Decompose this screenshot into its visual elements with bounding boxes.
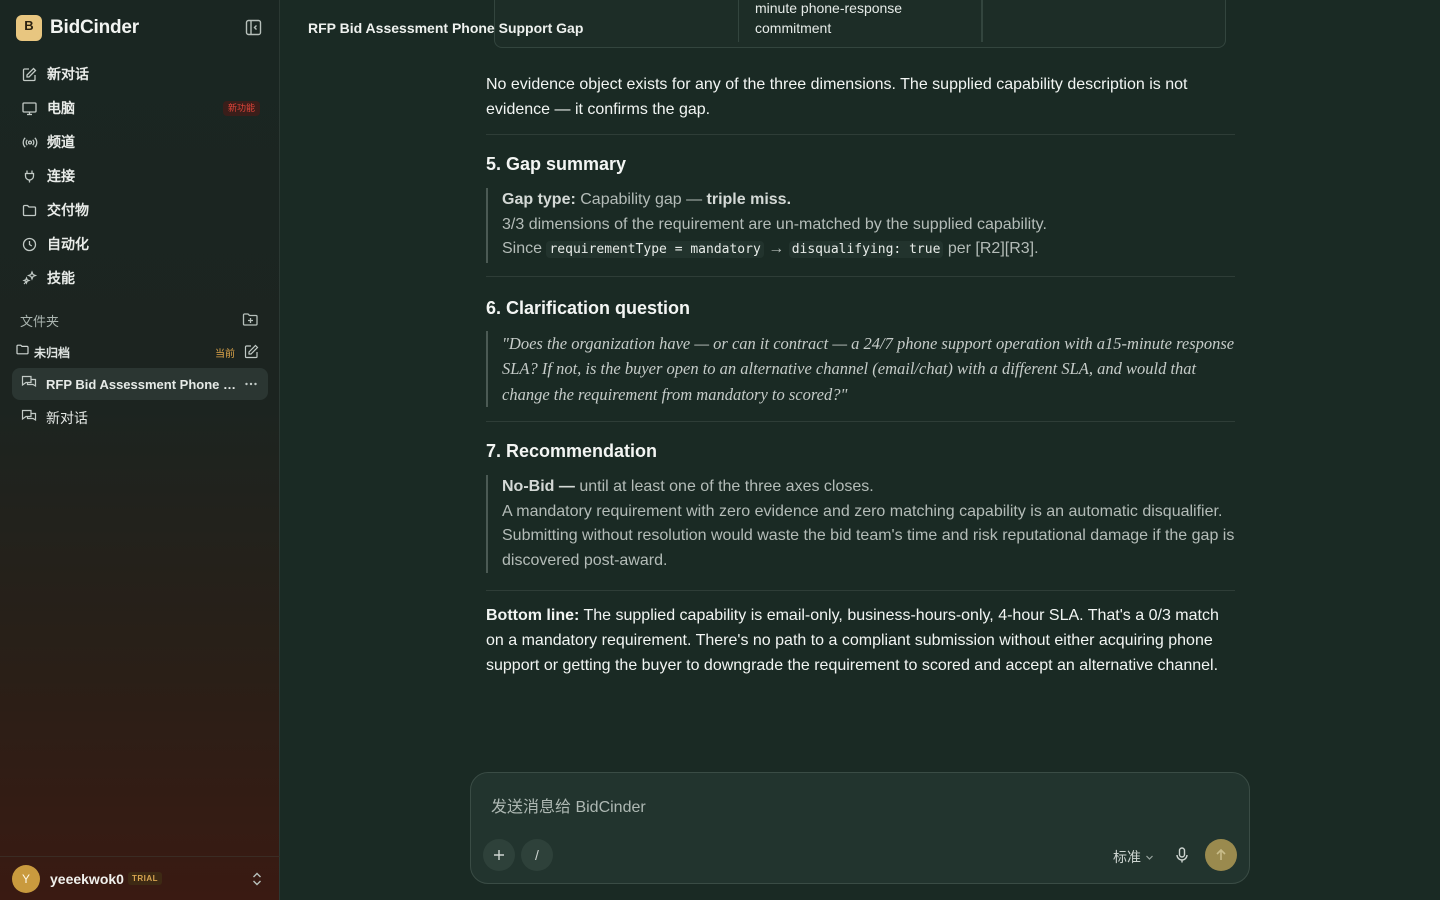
sidebar-item-label: 技能: [47, 270, 75, 286]
clarification-quote: "Does the organization have — or can it …: [486, 330, 1235, 407]
slash-command-button[interactable]: /: [521, 839, 553, 871]
chat-bubbles-icon: [21, 408, 37, 428]
gap-summary-quote: Gap type: Capability gap — triple miss. …: [486, 188, 1235, 263]
clock-icon: [21, 236, 38, 253]
message-input[interactable]: 发送消息给 BidCinder: [491, 793, 646, 817]
clarification-heading: 6. Clarification question: [486, 297, 691, 318]
plus-icon: [494, 850, 504, 860]
chat-item[interactable]: 新对话: [12, 402, 268, 434]
recommendation-heading: 7. Recommendation: [486, 441, 658, 461]
chat-item-label: RFP Bid Assessment Phone Support Gap: [46, 376, 236, 392]
verdict-label: No-Bid —: [502, 478, 575, 495]
sidebar-item-channels[interactable]: 频道: [12, 125, 268, 159]
recommendation-quote: No-Bid — until at least one of the three…: [486, 475, 1235, 573]
username: yeeekwok0: [50, 870, 124, 887]
folders-label: 文件夹: [20, 313, 60, 329]
plan-badge: TRIAL: [127, 872, 163, 885]
sparkles-icon: [21, 270, 38, 287]
edit-icon[interactable]: [244, 344, 260, 360]
main-panel: RFP Bid Assessment Phone Support Gap min…: [280, 0, 1440, 900]
sidebar-item-connections[interactable]: 连接: [12, 159, 268, 193]
folder-label: 未归档: [34, 345, 71, 360]
add-attachment-button[interactable]: [483, 839, 515, 871]
verdict-line: No-Bid — until at least one of the three…: [502, 475, 1235, 500]
arrow-up-icon: [1216, 848, 1226, 860]
code-disqualifying: disqualifying: true: [788, 241, 944, 258]
sidebar: B BidCinder 新对话 电脑 新功能 频道 连接 交付物 自动化 技能 …: [0, 0, 280, 900]
folders-section-header: 文件夹: [20, 311, 260, 329]
sidebar-item-label: 新对话: [47, 66, 89, 82]
plug-icon: [21, 168, 38, 185]
table-cell: minute phone-response commitment: [739, 0, 982, 42]
sidebar-item-label: 频道: [47, 134, 75, 150]
sidebar-item-deliverables[interactable]: 交付物: [12, 193, 268, 227]
gap-disqualify-line: Since requirementType = mandatory → disq…: [502, 237, 1235, 263]
sidebar-item-label: 交付物: [47, 202, 89, 218]
broadcast-icon: [21, 134, 38, 151]
gap-dimensions-line: 3/3 dimensions of the requirement are un…: [502, 215, 1047, 233]
mode-selector[interactable]: 标准: [1113, 847, 1154, 867]
send-button[interactable]: [1205, 839, 1237, 871]
sidebar-item-label: 连接: [47, 168, 75, 184]
monitor-icon: [21, 100, 38, 117]
folder-unarchived[interactable]: 未归档 当前: [16, 343, 262, 361]
user-account-bar[interactable]: Y yeeekwok0 TRIAL: [0, 856, 280, 900]
sidebar-item-label: 自动化: [47, 236, 89, 252]
text-span: per [R2][R3].: [943, 240, 1039, 257]
mode-label: 标准: [1113, 849, 1141, 865]
code-requirement-type: requirementType = mandatory: [546, 241, 764, 258]
table-cell: [982, 0, 983, 42]
gap-type-line: Gap type: Capability gap — triple miss.: [502, 188, 1235, 213]
table-fragment: minute phone-response commitment: [494, 0, 1226, 48]
verdict-text: until at least one of the three axes clo…: [574, 478, 874, 495]
sidebar-item-skills[interactable]: 技能: [12, 261, 268, 295]
brand-name: BidCinder: [50, 17, 139, 38]
sidebar-nav: 新对话 电脑 新功能 频道 连接 交付物 自动化 技能: [12, 57, 268, 295]
new-folder-icon[interactable]: [242, 311, 260, 329]
compose-icon: [21, 66, 38, 83]
conversation-title: RFP Bid Assessment Phone Support Gap: [308, 20, 584, 36]
sidebar-item-new-chat[interactable]: 新对话: [12, 57, 268, 91]
divider: [486, 134, 1235, 135]
divider: [486, 421, 1235, 422]
folder-icon: [16, 343, 29, 361]
gap-type-strong: triple miss.: [706, 191, 792, 208]
microphone-icon[interactable]: [1173, 846, 1191, 864]
evidence-paragraph: No evidence object exists for any of the…: [486, 76, 1188, 118]
folder-icon: [21, 202, 38, 219]
recommendation-detail: A mandatory requirement with zero eviden…: [502, 502, 1235, 569]
chevron-down-icon: [1146, 855, 1153, 860]
bottom-line-label: Bottom line:: [486, 607, 580, 624]
message-composer[interactable]: 发送消息给 BidCinder / 标准: [470, 772, 1250, 884]
sidebar-collapse-icon[interactable]: [245, 19, 262, 36]
bottom-line-text: The supplied capability is email-only, b…: [486, 607, 1219, 674]
table-cell-text: minute phone-response: [755, 0, 903, 16]
brand-logo: B: [16, 15, 42, 41]
sidebar-item-automation[interactable]: 自动化: [12, 227, 268, 261]
gap-type-text: Capability gap —: [575, 191, 707, 208]
sidebar-item-label: 电脑: [47, 100, 75, 116]
sidebar-item-computer[interactable]: 电脑 新功能: [12, 91, 268, 125]
chevron-up-down-icon[interactable]: [250, 870, 264, 888]
current-folder-badge: 当前: [215, 348, 235, 360]
divider: [486, 275, 1235, 277]
more-options-icon[interactable]: [243, 376, 259, 392]
brand[interactable]: B BidCinder: [16, 14, 139, 42]
chat-item-label: 新对话: [46, 410, 88, 426]
gap-type-label: Gap type:: [502, 191, 576, 208]
table-cell-text: commitment: [755, 20, 832, 36]
bottom-line-paragraph: Bottom line: The supplied capability is …: [486, 603, 1235, 678]
new-feature-badge: 新功能: [222, 101, 260, 116]
gap-summary-heading: 5. Gap summary: [486, 154, 627, 174]
avatar: Y: [12, 864, 40, 893]
arrow-text: →: [763, 240, 789, 257]
chat-item-active[interactable]: RFP Bid Assessment Phone Support Gap: [12, 368, 268, 400]
chat-bubbles-icon: [21, 374, 37, 394]
divider: [486, 590, 1235, 591]
text-span: Since: [502, 240, 547, 257]
message-content: No evidence object exists for any of the…: [486, 72, 1235, 678]
